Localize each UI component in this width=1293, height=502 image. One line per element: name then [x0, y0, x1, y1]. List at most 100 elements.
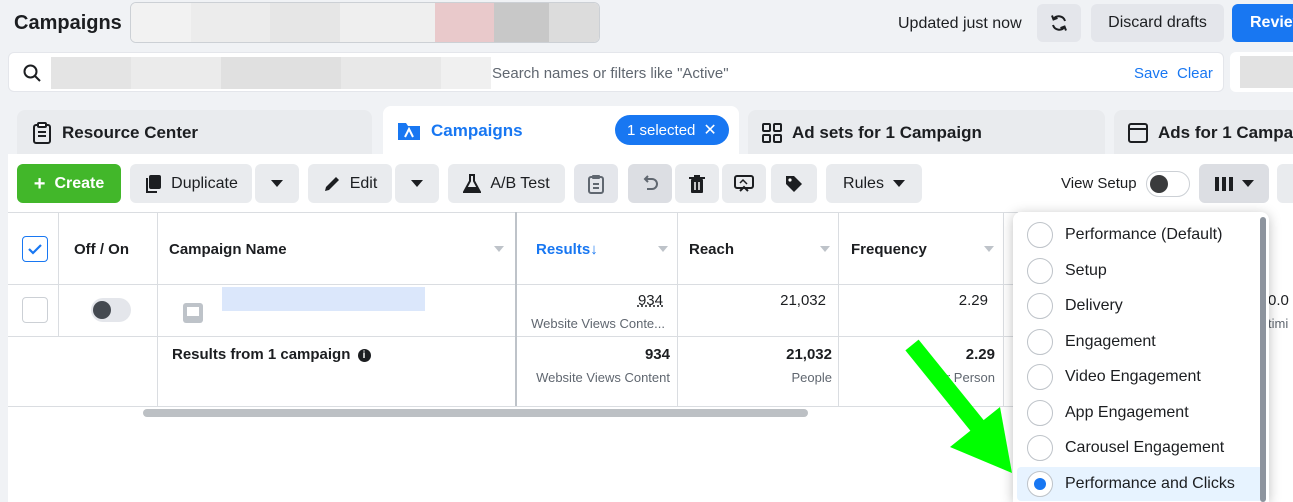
- summary-bottom-border: [8, 406, 1018, 407]
- selected-count-pill[interactable]: 1 selected ✕: [615, 115, 729, 145]
- search-input[interactable]: Search names or filters like "Active": [492, 65, 729, 82]
- col-header-off-on[interactable]: Off / On: [74, 241, 129, 258]
- duplicate-icon: [146, 174, 162, 193]
- radio-icon: [1027, 293, 1053, 319]
- plus-icon: +: [33, 172, 46, 195]
- header-bottom-border: [8, 284, 1018, 285]
- radio-icon: [1027, 435, 1053, 461]
- summary-results-value: 934: [644, 346, 670, 363]
- duplicate-label: Duplicate: [171, 174, 238, 192]
- col-divider: [838, 212, 839, 406]
- edit-dropdown-button[interactable]: [395, 164, 439, 203]
- preset-label: Performance and Clicks: [1065, 475, 1235, 492]
- radio-icon: [1027, 222, 1053, 248]
- clipboard-paste-icon: [588, 174, 604, 194]
- col-header-results[interactable]: Results↓: [536, 241, 598, 258]
- tab-resource-center[interactable]: Resource Center: [17, 110, 372, 156]
- col-divider: [58, 212, 59, 336]
- info-icon[interactable]: i: [357, 349, 371, 362]
- tag-button[interactable]: [771, 164, 817, 203]
- save-filter-link[interactable]: Save: [1134, 65, 1168, 82]
- clear-filter-link[interactable]: Clear: [1177, 65, 1213, 82]
- col-divider: [515, 212, 517, 406]
- table-top-border: [8, 212, 1018, 213]
- preset-label: Video Engagement: [1065, 368, 1201, 385]
- preset-label: Performance (Default): [1065, 226, 1223, 243]
- tab-label: Campaigns: [431, 121, 523, 140]
- search-icon: [23, 64, 41, 82]
- tab-ads[interactable]: Ads for 1 Campaign: [1114, 110, 1293, 156]
- summary-reach-value: 21,032: [786, 346, 832, 363]
- col-header-frequency[interactable]: Frequency: [851, 241, 927, 258]
- active-filter-chips[interactable]: [51, 57, 491, 89]
- check-icon: [28, 244, 42, 255]
- flask-icon: [463, 173, 482, 193]
- trash-icon: [689, 174, 705, 193]
- tab-label: Resource Center: [62, 123, 199, 142]
- tab-ad-sets[interactable]: Ad sets for 1 Campaign: [748, 110, 1105, 156]
- preset-performance-and-clicks[interactable]: Performance and Clicks: [1017, 467, 1263, 501]
- col-header-campaign-name[interactable]: Campaign Name: [169, 241, 287, 258]
- folder-icon: [397, 121, 421, 141]
- ab-test-button[interactable]: A/B Test: [448, 164, 565, 203]
- columns-button[interactable]: [1199, 164, 1269, 203]
- radio-icon: [1027, 364, 1053, 390]
- sort-caret-icon[interactable]: [494, 246, 504, 252]
- account-selector[interactable]: [130, 2, 600, 43]
- updated-status: Updated just now: [898, 15, 1022, 32]
- select-all-checkbox[interactable]: [22, 236, 48, 262]
- sort-caret-icon[interactable]: [820, 246, 830, 252]
- create-label: Create: [54, 174, 105, 192]
- review-button[interactable]: Review: [1232, 4, 1293, 42]
- col-header-reach[interactable]: Reach: [689, 241, 734, 258]
- close-icon[interactable]: ✕: [703, 120, 716, 140]
- preset-delivery[interactable]: Delivery: [1013, 289, 1259, 323]
- preset-carousel-engagement[interactable]: Carousel Engagement: [1013, 431, 1259, 465]
- preset-setup[interactable]: Setup: [1013, 254, 1259, 288]
- delete-button[interactable]: [675, 164, 719, 203]
- campaign-on-off-toggle[interactable]: [91, 298, 131, 322]
- dropdown-scrollbar[interactable]: [1260, 217, 1266, 502]
- preview-button[interactable]: [722, 164, 766, 203]
- duplicate-button[interactable]: Duplicate: [130, 164, 252, 203]
- campaign-name-link[interactable]: [222, 287, 425, 311]
- preset-label: Delivery: [1065, 297, 1123, 314]
- row-checkbox[interactable]: [22, 297, 48, 323]
- summary-label-text: Results from 1 campaign: [172, 346, 351, 363]
- radio-selected-icon: [1027, 471, 1053, 497]
- preset-app-engagement[interactable]: App Engagement: [1013, 396, 1259, 430]
- preset-label: App Engagement: [1065, 404, 1189, 421]
- row-results-value[interactable]: 934: [600, 292, 663, 309]
- preset-engagement[interactable]: Engagement: [1013, 325, 1259, 359]
- date-range-selector[interactable]: [1230, 52, 1293, 92]
- paste-button[interactable]: [574, 164, 618, 203]
- columns-preset-dropdown: Performance (Default) Setup Delivery Eng…: [1013, 212, 1269, 502]
- undo-button[interactable]: [628, 164, 672, 203]
- tab-label: Ads for 1 Campaign: [1158, 123, 1293, 142]
- sort-caret-icon[interactable]: [658, 246, 668, 252]
- undo-icon: [643, 174, 658, 190]
- caret-down-icon: [411, 180, 423, 187]
- row-reach-value: 21,032: [780, 292, 826, 309]
- summary-label: Results from 1 campaign i: [172, 346, 371, 363]
- col-divider: [677, 212, 678, 406]
- selected-count: 1 selected: [627, 121, 696, 139]
- refresh-icon: [1051, 15, 1067, 31]
- row-bottom-border: [8, 336, 1018, 337]
- preset-performance-default[interactable]: Performance (Default): [1013, 218, 1259, 252]
- sort-caret-icon[interactable]: [984, 246, 994, 252]
- tag-icon: [786, 175, 802, 192]
- radio-icon: [1027, 400, 1053, 426]
- preset-video-engagement[interactable]: Video Engagement: [1013, 360, 1259, 394]
- create-button[interactable]: + Create: [17, 164, 121, 203]
- edit-button[interactable]: Edit: [308, 164, 392, 203]
- summary-reach-type: People: [791, 370, 832, 385]
- rules-button[interactable]: Rules: [826, 164, 922, 203]
- horizontal-scrollbar[interactable]: [143, 409, 808, 417]
- view-setup-toggle[interactable]: [1146, 171, 1190, 197]
- discard-drafts-button[interactable]: Discard drafts: [1091, 4, 1224, 42]
- breakdown-button[interactable]: [1277, 164, 1293, 203]
- duplicate-dropdown-button[interactable]: [255, 164, 299, 203]
- refresh-button[interactable]: [1037, 4, 1081, 42]
- annotation-arrow-icon: [905, 339, 1012, 473]
